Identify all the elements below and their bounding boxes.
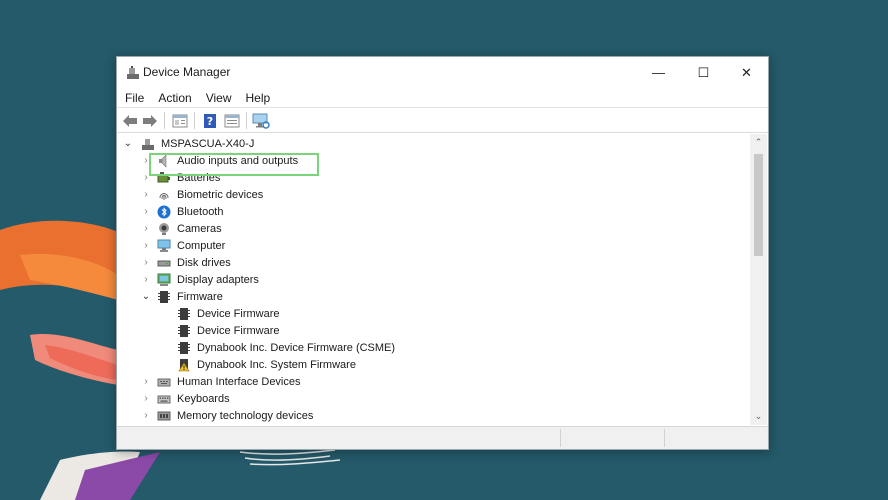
maximize-button[interactable]: ☐	[681, 57, 726, 88]
computer-root-icon	[141, 137, 155, 151]
tree-child-item[interactable]: Dynabook Inc. Device Firmware (CSME)	[167, 339, 395, 356]
close-icon: ✕	[741, 64, 752, 80]
scan-hardware-button[interactable]	[252, 112, 270, 129]
tree-category-item[interactable]: › Bluetooth	[141, 203, 223, 220]
tree-category-item[interactable]: › Human Interface Devices	[141, 373, 301, 390]
back-icon	[123, 114, 137, 127]
menu-bar: File Action View Help	[117, 88, 768, 107]
tree-item-label: Computer	[177, 239, 226, 252]
tree-item-label: Cameras	[177, 222, 222, 235]
device-manager-window: Device Manager — ☐ ✕ File Action View He…	[116, 56, 769, 450]
tree-item-label: Firmware	[177, 290, 223, 303]
minimize-button[interactable]: —	[636, 57, 681, 88]
tree-category-item[interactable]: › Memory technology devices	[141, 407, 313, 424]
tree-category-item[interactable]: › Display adapters	[141, 271, 259, 288]
tree-item-label: Human Interface Devices	[177, 375, 301, 388]
status-bar	[117, 426, 768, 449]
tree-category-item[interactable]: › Disk drives	[141, 254, 231, 271]
tree-item-label: MSPASCUA-X40-J	[161, 137, 255, 150]
forward-icon	[143, 114, 157, 127]
disk-drive-icon	[157, 256, 171, 270]
maximize-icon: ☐	[697, 64, 710, 80]
firmware-warning-icon	[177, 358, 191, 372]
tree-category-item[interactable]: ⌄ Firmware	[141, 288, 223, 305]
tree-item-label: Bluetooth	[177, 205, 224, 218]
chevron-down-icon[interactable]: ⌄	[123, 135, 133, 152]
tree-item-label: Keyboards	[177, 392, 230, 405]
window-title: Device Manager	[143, 65, 231, 79]
device-manager-app-icon	[127, 66, 139, 79]
tree-child-item[interactable]: Dynabook Inc. System Firmware	[167, 356, 356, 373]
monitor-icon	[157, 239, 171, 253]
scroll-down-icon[interactable]: ⌄	[750, 408, 767, 425]
properties-button[interactable]	[171, 112, 189, 129]
title-bar[interactable]: Device Manager — ☐ ✕	[117, 57, 768, 88]
tree-item-label: Dynabook Inc. Device Firmware (CSME)	[197, 341, 396, 354]
properties-icon	[172, 114, 188, 127]
chevron-right-icon[interactable]: ›	[141, 186, 151, 203]
update-driver-button[interactable]	[223, 112, 241, 129]
chevron-right-icon[interactable]: ›	[141, 407, 151, 424]
tree-category-item[interactable]: › Computer	[141, 237, 225, 254]
help-icon: ?	[204, 113, 216, 128]
firmware-icon	[177, 324, 191, 338]
back-button[interactable]	[121, 112, 139, 129]
tree-item-label: Memory technology devices	[177, 409, 314, 422]
toolbar: ?	[117, 107, 768, 133]
selection-highlight	[149, 153, 319, 176]
tree-root[interactable]: ⌄ MSPASCUA-X40-J	[123, 135, 254, 152]
chevron-right-icon[interactable]: ›	[141, 373, 151, 390]
device-tree: ⌄ MSPASCUA-X40-J › Audio inputs and outputs…	[117, 134, 751, 425]
chevron-right-icon[interactable]: ›	[141, 254, 151, 271]
tree-child-item[interactable]: Device Firmware	[167, 322, 280, 339]
scroll-up-icon[interactable]: ⌃	[750, 134, 767, 151]
svg-text:?: ?	[207, 115, 213, 128]
tree-item-label: Device Firmware	[197, 307, 280, 320]
tree-item-label: Dynabook Inc. System Firmware	[197, 358, 356, 371]
tree-item-label: Display adapters	[177, 273, 259, 286]
help-button[interactable]: ?	[201, 112, 219, 129]
vertical-scrollbar[interactable]: ⌃ ⌄	[750, 134, 767, 425]
display-adapter-icon	[157, 273, 171, 287]
hid-icon	[157, 375, 171, 389]
chevron-right-icon[interactable]: ›	[141, 271, 151, 288]
tree-category-item[interactable]: › Keyboards	[141, 390, 230, 407]
tree-child-item[interactable]: Device Firmware	[167, 305, 280, 322]
menu-file[interactable]: File	[125, 91, 144, 105]
firmware-icon	[177, 307, 191, 321]
forward-button[interactable]	[141, 112, 159, 129]
update-driver-icon	[224, 114, 240, 127]
firmware-icon	[157, 290, 171, 304]
menu-action[interactable]: Action	[158, 91, 191, 105]
chevron-right-icon[interactable]: ›	[141, 220, 151, 237]
tree-item-label: Biometric devices	[177, 188, 264, 201]
chevron-down-icon[interactable]: ⌄	[141, 288, 151, 305]
chevron-right-icon[interactable]: ›	[141, 237, 151, 254]
keyboard-icon	[157, 392, 171, 406]
chevron-right-icon[interactable]: ›	[141, 390, 151, 407]
menu-help[interactable]: Help	[246, 91, 271, 105]
chevron-right-icon[interactable]: ›	[141, 203, 151, 220]
scan-hardware-icon	[252, 113, 270, 129]
fingerprint-icon	[157, 188, 171, 202]
minimize-icon: —	[652, 65, 665, 80]
tree-category-item[interactable]: › Biometric devices	[141, 186, 263, 203]
tree-item-label: Disk drives	[177, 256, 231, 269]
close-button[interactable]: ✕	[724, 57, 769, 88]
bluetooth-icon	[157, 205, 171, 219]
tree-item-label: Device Firmware	[197, 324, 280, 337]
tree-category-item[interactable]: › Cameras	[141, 220, 222, 237]
firmware-icon	[177, 341, 191, 355]
camera-icon	[157, 222, 171, 236]
menu-view[interactable]: View	[206, 91, 232, 105]
scrollbar-thumb[interactable]	[754, 154, 763, 256]
memory-icon	[157, 409, 171, 423]
